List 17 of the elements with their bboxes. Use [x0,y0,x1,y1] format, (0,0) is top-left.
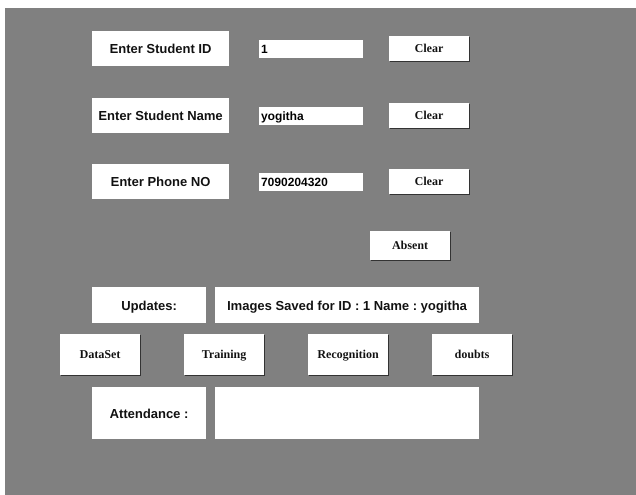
input-field[interactable]: 1 [259,40,363,58]
clear-button[interactable]: Clear [389,169,469,194]
status-message: Images Saved for ID : 1 Name : yogitha [215,287,479,323]
field-label: Enter Student ID [92,31,229,66]
absent-button[interactable]: Absent [370,231,450,260]
input-field[interactable]: 7090204320 [259,172,363,190]
attendance-label: Attendance : [92,387,206,439]
action-button[interactable]: Training [184,334,264,375]
clear-button[interactable]: Clear [389,103,469,128]
updates-label: Updates: [92,287,206,323]
action-button[interactable]: Recognition [308,334,388,375]
input-field[interactable]: yogitha [259,106,363,124]
action-button[interactable]: DataSet [60,334,140,375]
action-button[interactable]: doubts [432,334,512,375]
clear-button[interactable]: Clear [389,36,469,61]
field-label: Enter Phone NO [92,164,229,199]
field-label: Enter Student Name [92,98,229,133]
